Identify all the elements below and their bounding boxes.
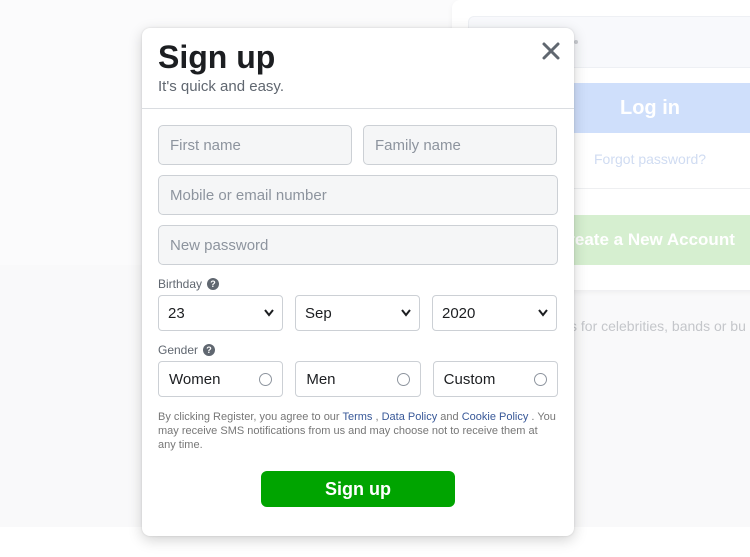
new-password-input[interactable] xyxy=(158,225,558,265)
background-tagline: s for celebrities, bands or bu xyxy=(570,318,746,334)
gender-label: Gender xyxy=(158,343,199,357)
help-icon[interactable]: ? xyxy=(207,278,220,290)
chevron-down-icon xyxy=(538,309,548,317)
terms-and: and xyxy=(440,411,459,423)
close-icon[interactable] xyxy=(540,40,562,62)
terms-text: By clicking Register, you agree to our T… xyxy=(158,410,558,452)
signup-form: Birthday ? 23 Sep 2020 Gender ? Women xyxy=(142,109,574,507)
terms-prefix: By clicking Register, you agree to our xyxy=(158,411,340,423)
background-field-dot xyxy=(574,40,578,44)
gender-option-label: Custom xyxy=(443,370,496,388)
modal-header: Sign up It's quick and easy. xyxy=(142,28,574,109)
gender-option-women[interactable]: Women xyxy=(158,361,284,397)
password-row xyxy=(158,225,558,265)
modal-subtitle: It's quick and easy. xyxy=(158,78,284,95)
gender-options: Women Men Custom xyxy=(158,361,558,397)
gender-label-row: Gender ? xyxy=(158,343,558,357)
birthday-day-select[interactable]: 23 xyxy=(158,295,283,331)
name-row xyxy=(158,125,558,165)
birthday-year-select[interactable]: 2020 xyxy=(432,295,557,331)
terms-link[interactable]: Terms xyxy=(342,411,372,423)
gender-option-label: Men xyxy=(306,370,336,388)
mobile-or-email-input[interactable] xyxy=(158,175,558,215)
radio-button[interactable] xyxy=(396,373,410,386)
family-name-input[interactable] xyxy=(363,125,557,165)
help-icon[interactable]: ? xyxy=(203,344,216,356)
birthday-label: Birthday xyxy=(158,277,203,291)
radio-button[interactable] xyxy=(259,373,273,386)
radio-button[interactable] xyxy=(533,373,547,386)
gender-option-custom[interactable]: Custom xyxy=(432,361,558,397)
first-name-input[interactable] xyxy=(158,125,352,165)
birthday-label-row: Birthday ? xyxy=(158,277,558,291)
gender-option-men[interactable]: Men xyxy=(295,361,421,397)
birthday-month-value: Sep xyxy=(305,304,332,322)
chevron-down-icon xyxy=(401,309,411,317)
gender-option-label: Women xyxy=(169,370,221,388)
data-policy-link[interactable]: Data Policy xyxy=(382,411,438,423)
signup-submit-button[interactable]: Sign up xyxy=(261,471,455,507)
birthday-selects: 23 Sep 2020 xyxy=(158,295,558,331)
cookie-policy-link[interactable]: Cookie Policy xyxy=(462,411,529,423)
signup-modal: Sign up It's quick and easy. Birthday ? … xyxy=(142,28,574,536)
birthday-year-value: 2020 xyxy=(442,304,476,322)
terms-separator: , xyxy=(375,411,379,423)
birthday-day-value: 23 xyxy=(168,304,185,322)
contact-row xyxy=(158,175,558,215)
modal-title: Sign up xyxy=(158,39,276,75)
birthday-month-select[interactable]: Sep xyxy=(295,295,420,331)
chevron-down-icon xyxy=(264,309,274,317)
background-forgot-link: Forgot password? xyxy=(594,151,707,167)
